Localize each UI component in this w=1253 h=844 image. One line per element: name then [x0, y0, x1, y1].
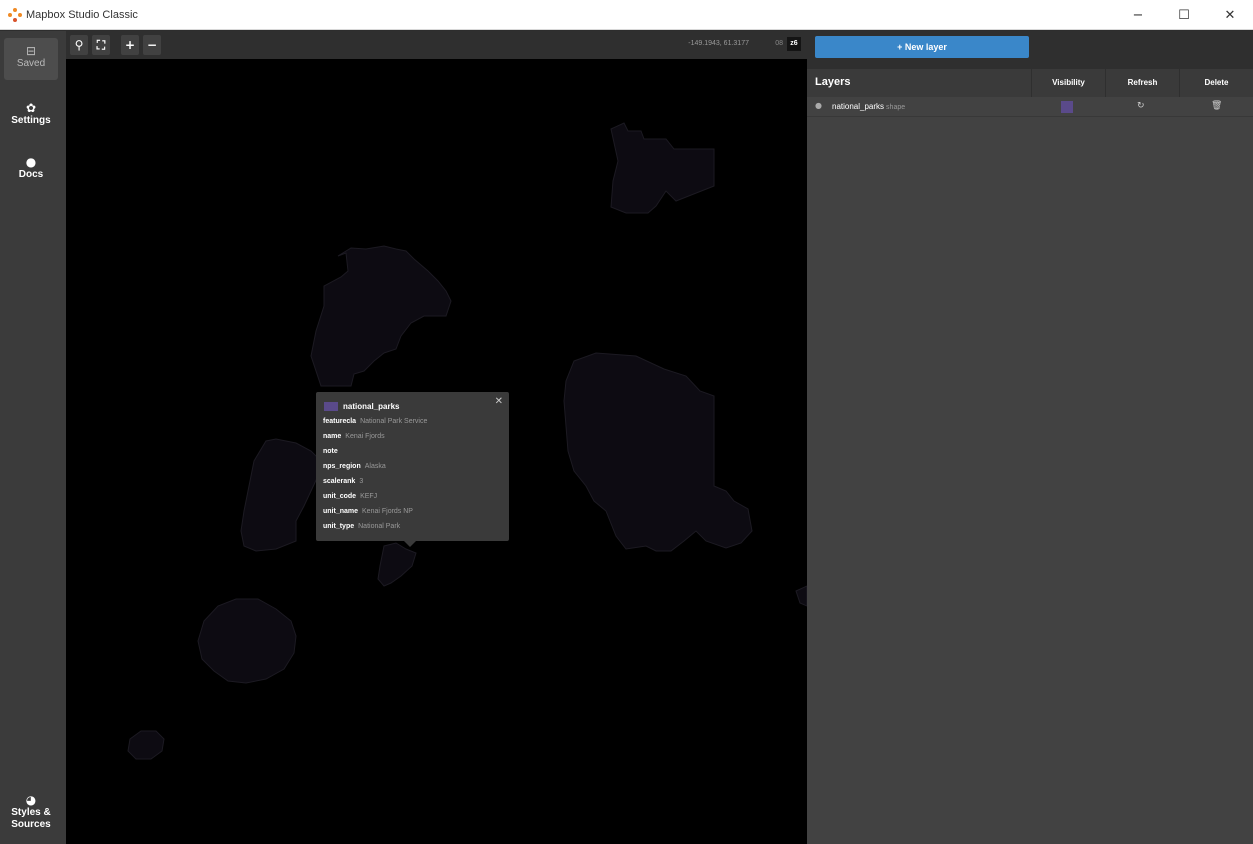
refresh-column-header: Refresh: [1105, 69, 1179, 97]
search-map-button[interactable]: ⚲: [70, 35, 88, 55]
popup-field: scalerank 3: [323, 478, 364, 485]
popup-field: nps_region Alaska: [323, 463, 386, 470]
park-shape: [127, 730, 165, 760]
close-button[interactable]: ✕: [1207, 0, 1253, 30]
visibility-toggle[interactable]: [1061, 101, 1073, 113]
layer-name[interactable]: national_parks shape: [832, 102, 905, 111]
sidebar: ⊟ Saved ✿ Settings ● Docs ◕ Styles & Sou…: [0, 31, 66, 844]
new-layer-button[interactable]: + New layer: [815, 36, 1029, 58]
layers-title: Layers: [815, 76, 851, 88]
park-shape: [240, 438, 322, 552]
docs-label: Docs: [18, 169, 44, 180]
park-shape: [310, 245, 452, 387]
park-shape: [610, 122, 715, 214]
popup-field: name Kenai Fjords: [323, 433, 385, 440]
popup-field: featurecla National Park Service: [323, 418, 428, 425]
zoom-in-button[interactable]: +: [121, 35, 139, 55]
trash-icon[interactable]: 🗑: [1211, 101, 1222, 111]
park-shape: [563, 352, 753, 552]
refresh-icon[interactable]: ↻: [1137, 101, 1145, 111]
popup-title: national_parks: [343, 402, 400, 411]
park-shape: [377, 542, 417, 587]
layer-color-swatch: [324, 402, 338, 411]
fullscreen-button[interactable]: ⛶: [92, 35, 110, 55]
docs-button[interactable]: ● Docs: [4, 149, 58, 180]
styles-sources-button[interactable]: ◕ Styles & Sources: [4, 787, 58, 831]
map-toolbar: ⚲ ⛶ + − -149.1943, 61.3177 08 z6: [66, 31, 807, 59]
popup-field: unit_code KEFJ: [323, 493, 378, 500]
layers-panel: + New layer Layers Visibility Refresh De…: [807, 31, 1253, 844]
minimize-button[interactable]: −: [1115, 0, 1161, 30]
info-icon: ●: [25, 155, 37, 169]
map-canvas[interactable]: ⚲ ⛶ + − -149.1943, 61.3177 08 z6 nationa…: [66, 31, 807, 844]
pin-icon: ●: [815, 101, 822, 110]
layers-header: Layers Visibility Refresh Delete: [807, 69, 1253, 97]
search-icon: ⚲: [74, 38, 84, 52]
zoom-level: z6: [787, 37, 801, 51]
popup-field: note: [323, 448, 338, 455]
maximize-button[interactable]: ☐: [1161, 0, 1207, 30]
saved-button[interactable]: ⊟ Saved: [4, 38, 58, 80]
feature-popup: national_parks ✕ featurecla National Park…: [316, 392, 509, 547]
popup-field: unit_type National Park: [323, 523, 401, 530]
gear-icon: ✿: [25, 101, 37, 115]
zoom-label: 08: [775, 40, 783, 47]
saved-label: Saved: [16, 58, 46, 69]
plus-icon: +: [124, 38, 136, 52]
delete-column-header: Delete: [1179, 69, 1253, 97]
minus-icon: −: [146, 38, 158, 52]
park-shape: [795, 585, 807, 607]
window-title: Mapbox Studio Classic: [26, 8, 138, 21]
layer-row[interactable]: ● national_parks shape ↻ 🗑: [807, 97, 1253, 117]
popup-field: unit_name Kenai Fjords NP: [323, 508, 413, 515]
zoom-out-button[interactable]: −: [143, 35, 161, 55]
settings-button[interactable]: ✿ Settings: [4, 95, 58, 126]
fullscreen-icon: ⛶: [96, 38, 106, 52]
visibility-column-header: Visibility: [1031, 69, 1105, 97]
park-shape: [197, 598, 297, 684]
title-bar: Mapbox Studio Classic − ☐ ✕: [0, 0, 1253, 30]
panel-toolbar: + New layer: [807, 31, 1253, 69]
coordinates-readout: -149.1943, 61.3177: [688, 40, 749, 47]
palette-icon: ◕: [25, 793, 37, 807]
close-popup-icon[interactable]: ✕: [495, 396, 503, 407]
layer-type: shape: [886, 104, 906, 111]
styles-label-line1: Styles &: [11, 807, 51, 818]
mapbox-logo-icon: [8, 7, 22, 22]
settings-label: Settings: [11, 115, 51, 126]
save-icon: ⊟: [25, 44, 37, 58]
styles-label-line2: Sources: [11, 819, 51, 830]
